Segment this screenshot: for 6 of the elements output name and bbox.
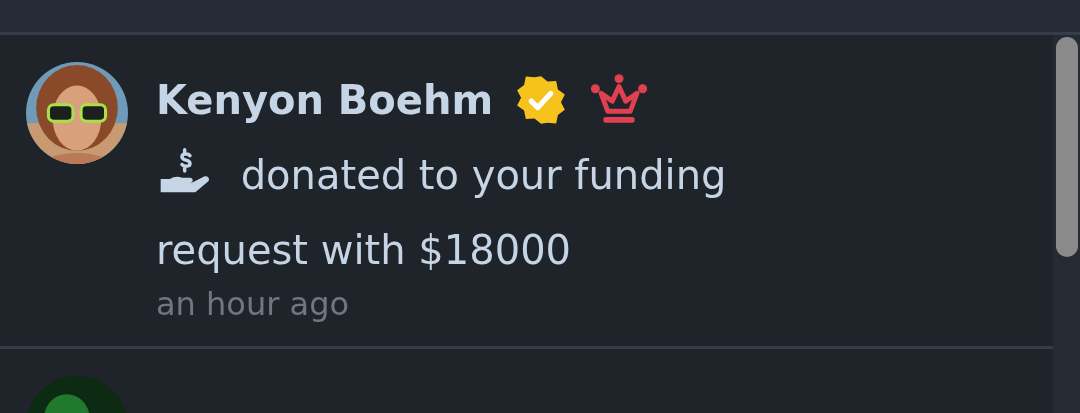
notification-message: donated to your funding	[240, 152, 727, 198]
scrollbar[interactable]	[1053, 35, 1080, 413]
scrollbar-thumb[interactable]	[1056, 37, 1078, 257]
timestamp: an hour ago	[156, 284, 351, 324]
user-name[interactable]: Kenyon Boehm	[156, 77, 494, 123]
notification-message: request with $18000	[156, 227, 572, 273]
